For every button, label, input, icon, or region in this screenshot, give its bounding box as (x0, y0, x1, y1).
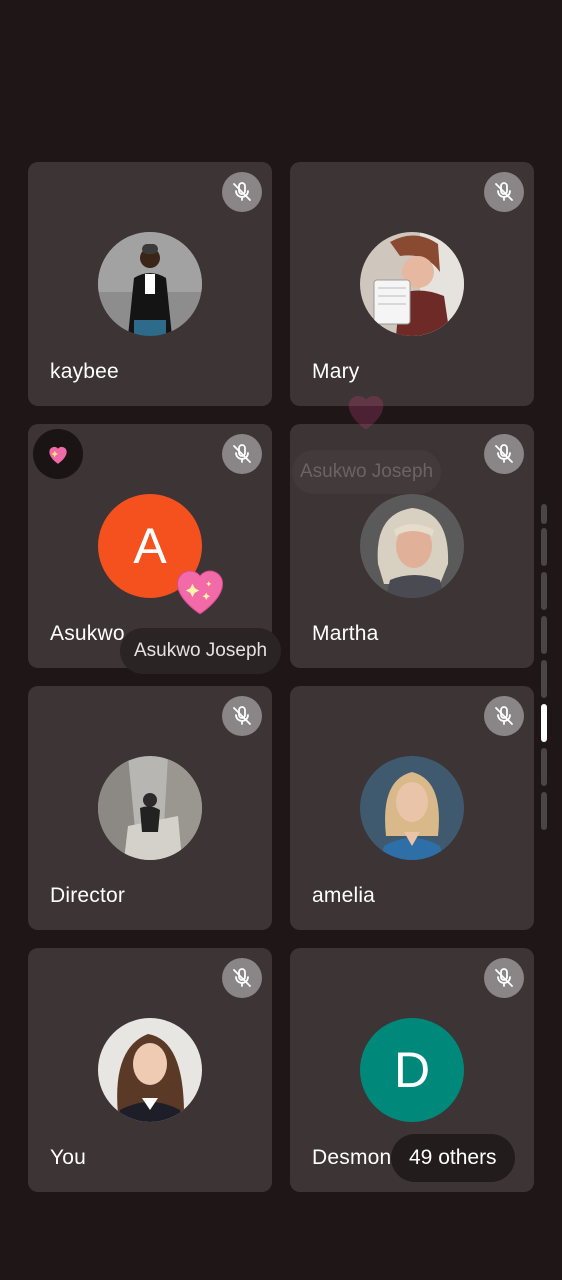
participant-name: Martha (312, 622, 379, 645)
reaction-sender-chip: Asukwo Joseph (120, 628, 282, 674)
others-count-button[interactable]: 49 others (391, 1134, 515, 1182)
avatar (360, 756, 464, 860)
scroll-indicator-segment (541, 660, 547, 698)
mic-off-icon (484, 172, 524, 212)
mic-off-icon (222, 172, 262, 212)
sparkling-heart-icon (33, 429, 83, 479)
participant-tile-you[interactable]: You (28, 948, 272, 1192)
mic-off-icon (484, 696, 524, 736)
avatar (360, 494, 464, 598)
meeting-grid-screen: kaybee Mary A Asukwo Martha Director ame… (0, 0, 562, 1280)
scroll-indicator-segment (541, 748, 547, 786)
mic-off-icon (484, 958, 524, 998)
avatar-letter: D (360, 1018, 464, 1122)
avatar (98, 756, 202, 860)
mic-off-icon (222, 958, 262, 998)
scroll-indicator-segment (541, 792, 547, 830)
scroll-indicator-current[interactable] (541, 704, 547, 742)
participant-tile-mary[interactable]: Mary (290, 162, 534, 406)
participant-tile-director[interactable]: Director (28, 686, 272, 930)
avatar (98, 1018, 202, 1122)
scroll-indicator-segment (541, 616, 547, 654)
participant-tile-amelia[interactable]: amelia (290, 686, 534, 930)
scroll-indicator-segment (541, 528, 547, 566)
mic-off-icon (484, 434, 524, 474)
scroll-indicator-segment (541, 572, 547, 610)
participant-name: Asukwo (50, 622, 125, 645)
mic-off-icon (222, 696, 262, 736)
faded-reaction-sender-label: Asukwo Joseph (292, 450, 441, 494)
floating-sparkling-heart-icon (168, 560, 232, 620)
participant-name: You (50, 1146, 87, 1169)
participant-name: Director (50, 884, 126, 907)
participant-name: Mary (312, 360, 360, 383)
avatar (98, 232, 202, 336)
participant-tile-kaybee[interactable]: kaybee (28, 162, 272, 406)
participant-name: amelia (312, 884, 376, 907)
mic-off-icon (222, 434, 262, 474)
participant-name: kaybee (50, 360, 119, 383)
faded-reaction-heart-icon (336, 384, 396, 436)
participant-name: Desmond (312, 1146, 404, 1169)
avatar (360, 232, 464, 336)
scroll-indicator-segment (541, 504, 547, 524)
